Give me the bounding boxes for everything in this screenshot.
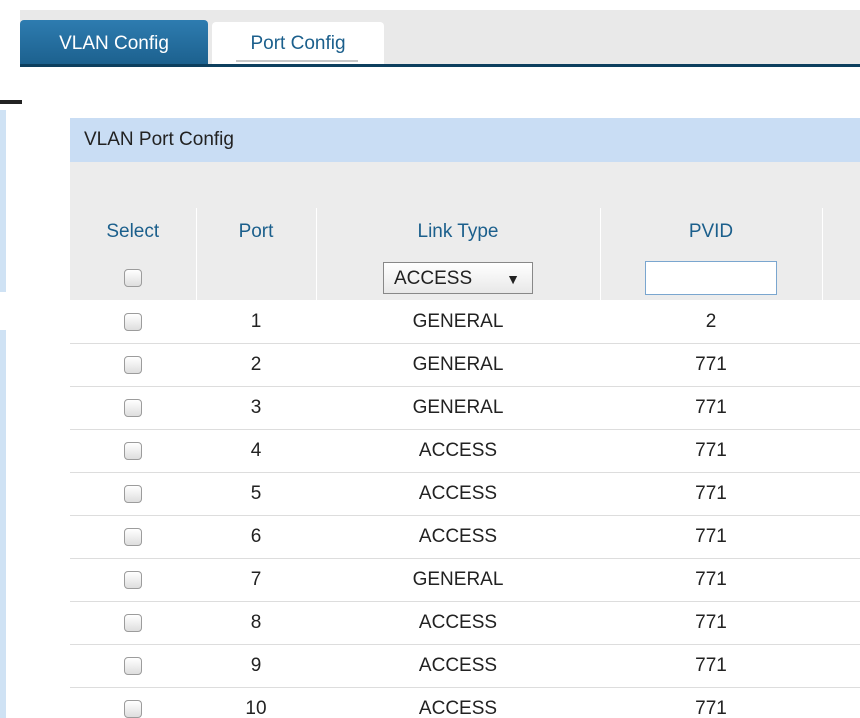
row-select-checkbox[interactable] [124, 613, 142, 632]
port-cell: 3 [196, 386, 316, 430]
link-type-cell: ACCESS [316, 429, 600, 473]
link-type-cell: ACCESS [316, 644, 600, 688]
vlan-port-config-panel: VLAN Port Config Select Port Link Type P… [70, 118, 860, 718]
table-row: 10 ACCESS 771 [70, 687, 860, 718]
table-row: 7 GENERAL 771 [70, 558, 860, 602]
link-type-cell: ACCESS [316, 687, 600, 718]
pvid-cell: 771 [600, 687, 822, 718]
port-cell: 9 [196, 644, 316, 688]
table-row: 8 ACCESS 771 [70, 601, 860, 645]
pvid-cell: 2 [600, 300, 822, 344]
pvid-cell: 771 [600, 429, 822, 473]
link-type-cell: ACCESS [316, 472, 600, 516]
port-cell: 10 [196, 687, 316, 718]
pvid-cell: 771 [600, 558, 822, 602]
pvid-cell: 771 [600, 386, 822, 430]
table-row: 2 GENERAL 771 [70, 343, 860, 387]
port-cell: 5 [196, 472, 316, 516]
row-select-checkbox[interactable] [124, 312, 142, 331]
tab-underline [20, 64, 860, 67]
row-select-checkbox[interactable] [124, 699, 142, 718]
panel-toolbar [70, 162, 860, 208]
port-cell: 7 [196, 558, 316, 602]
filter-row: ACCESS ▼ [70, 256, 860, 301]
pvid-cell: 771 [600, 343, 822, 387]
pvid-cell: 771 [600, 601, 822, 645]
tab-vlan-config[interactable]: VLAN Config [20, 20, 208, 67]
row-select-checkbox[interactable] [124, 441, 142, 460]
table-row: 9 ACCESS 771 [70, 644, 860, 688]
table-row: 3 GENERAL 771 [70, 386, 860, 430]
select-all-checkbox[interactable] [123, 268, 142, 287]
pvid-cell: 771 [600, 515, 822, 559]
port-table: Select Port Link Type PVID ACCESS ▼ 1 GE… [70, 208, 860, 718]
link-type-cell: ACCESS [316, 515, 600, 559]
pvid-cell: 771 [600, 644, 822, 688]
row-select-checkbox[interactable] [124, 527, 142, 546]
table-row: 1 GENERAL 2 [70, 300, 860, 344]
pvid-input[interactable] [645, 261, 777, 295]
pvid-cell: 771 [600, 472, 822, 516]
link-type-cell: GENERAL [316, 300, 600, 344]
column-header-extra [821, 208, 860, 256]
left-edge-bar [0, 330, 6, 718]
link-type-cell: GENERAL [316, 343, 600, 387]
table-row: 5 ACCESS 771 [70, 472, 860, 516]
table-row: 4 ACCESS 771 [70, 429, 860, 473]
row-select-checkbox[interactable] [124, 656, 142, 675]
column-header-port: Port [195, 208, 316, 256]
port-cell: 1 [196, 300, 316, 344]
row-select-checkbox[interactable] [124, 484, 142, 503]
port-cell: 2 [196, 343, 316, 387]
table-header-row: Select Port Link Type PVID [70, 208, 860, 256]
page: VLAN Config Port Config VLAN Port Config… [0, 0, 860, 718]
port-cell: 6 [196, 515, 316, 559]
link-type-cell: GENERAL [316, 558, 600, 602]
port-cell: 8 [196, 601, 316, 645]
link-type-select[interactable]: ACCESS ▼ [383, 262, 533, 294]
column-header-pvid: PVID [599, 208, 822, 256]
link-type-select-value: ACCESS [394, 268, 473, 289]
chevron-down-icon: ▼ [506, 271, 520, 287]
row-select-checkbox[interactable] [124, 355, 142, 374]
left-edge-mark [0, 100, 22, 104]
table-row: 6 ACCESS 771 [70, 515, 860, 559]
column-header-link-type: Link Type [315, 208, 600, 256]
panel-title: VLAN Port Config [70, 118, 860, 162]
row-select-checkbox[interactable] [124, 398, 142, 417]
link-type-cell: ACCESS [316, 601, 600, 645]
link-type-cell: GENERAL [316, 386, 600, 430]
left-edge-bar [0, 110, 6, 292]
row-select-checkbox[interactable] [124, 570, 142, 589]
column-header-select: Select [70, 208, 196, 256]
active-tab-indicator [236, 60, 358, 62]
port-cell: 4 [196, 429, 316, 473]
